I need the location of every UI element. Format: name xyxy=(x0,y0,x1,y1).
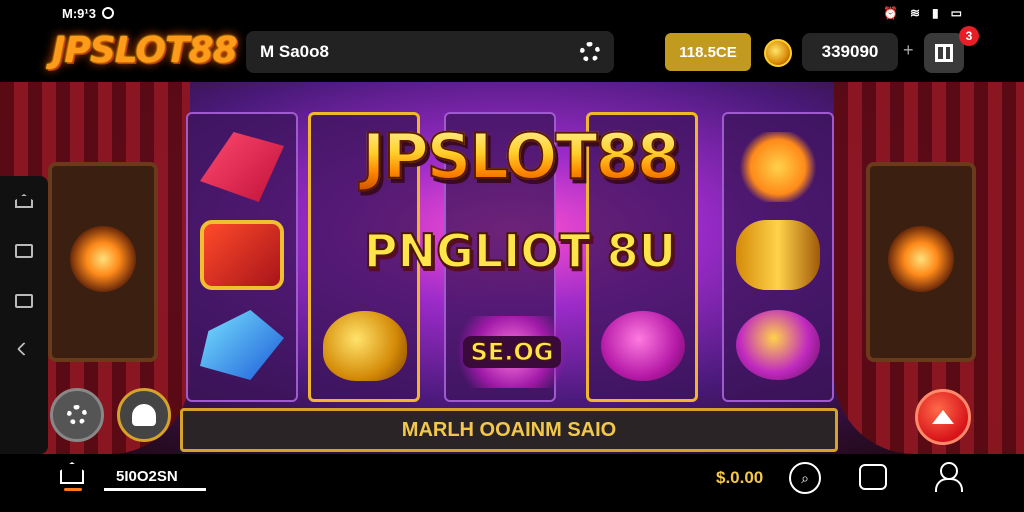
copy-nav-icon[interactable] xyxy=(15,244,33,258)
status-time: M:9¹3 xyxy=(62,5,96,21)
speaker-cone xyxy=(888,226,954,292)
status-left: M:9¹3 xyxy=(62,6,114,21)
wifi-icon: ≋ xyxy=(909,6,921,20)
bottom-underline xyxy=(104,488,206,491)
wild-symbol: SE.OG xyxy=(448,316,576,388)
gold-pot-symbol xyxy=(323,311,407,381)
battery-icon: ▭ xyxy=(950,6,962,20)
status-bar: M:9¹3 ⏰ ≋ ▮ ▭ xyxy=(0,0,1024,26)
game-subtitle: PNGLIOT 8U xyxy=(363,223,677,279)
app-header: JPSLOT88 M Sa0o8 118.5CE 339090 + 3 xyxy=(0,26,1024,82)
coin-pill-button[interactable]: 118.5CE xyxy=(665,33,751,71)
star-sword-symbol xyxy=(736,132,820,202)
mascot-button[interactable] xyxy=(117,388,171,442)
bottom-bar: 5I0O2SN $.0.00 ⌕ xyxy=(0,454,1024,512)
book-icon xyxy=(935,44,953,62)
user-icon[interactable] xyxy=(934,462,963,492)
left-speaker xyxy=(48,162,158,362)
reel-5 xyxy=(722,112,834,402)
search-bar[interactable]: M Sa0o8 xyxy=(246,31,614,73)
add-funds-button[interactable]: + xyxy=(903,40,914,61)
status-right: ⏰ ≋ ▮ ▭ xyxy=(883,6,962,20)
window-nav-icon[interactable] xyxy=(15,294,33,308)
speaker-cone xyxy=(70,226,136,292)
wing-arrow-symbol xyxy=(200,132,284,202)
chat-icon[interactable] xyxy=(859,464,887,490)
right-speaker xyxy=(866,162,976,362)
notification-badge: 3 xyxy=(959,26,979,46)
spin-button[interactable] xyxy=(915,389,971,445)
search-icon[interactable]: ⌕ xyxy=(789,462,821,494)
home-icon[interactable] xyxy=(60,462,84,484)
balance-display[interactable]: 339090 xyxy=(802,33,898,71)
search-input[interactable]: M Sa0o8 xyxy=(260,42,580,62)
game-title: JPSLOT88 xyxy=(320,119,720,194)
gear-icon xyxy=(67,405,87,425)
back-nav-icon[interactable] xyxy=(16,341,32,357)
blue-gem-symbol xyxy=(200,310,284,380)
arrow-up-icon xyxy=(932,410,954,424)
pink-bowl-symbol xyxy=(601,311,685,381)
wild-label: SE.OG xyxy=(462,336,562,368)
bet-amount: $.0.00 xyxy=(716,468,764,487)
message-banner: MARLH OOAINM SAIO xyxy=(180,408,838,452)
gear-icon[interactable] xyxy=(580,42,600,62)
gold-coin-icon xyxy=(764,39,792,67)
home-nav-icon[interactable] xyxy=(15,194,33,208)
signal-icon: ▮ xyxy=(932,6,939,20)
ghost-icon xyxy=(132,404,156,426)
feather-medallion-symbol xyxy=(736,310,820,380)
notification-dot-icon xyxy=(101,7,114,19)
gold-drum-symbol xyxy=(736,220,820,290)
menu-button[interactable] xyxy=(924,33,964,73)
red-chest-symbol xyxy=(200,220,284,290)
settings-button[interactable] xyxy=(50,388,104,442)
home-active-indicator xyxy=(64,488,82,491)
side-nav xyxy=(0,176,48,454)
app-logo[interactable]: JPSLOT88 xyxy=(52,30,238,71)
alarm-icon: ⏰ xyxy=(883,6,898,20)
game-stage: JPSLOT88 PNGLIOT 8U SE.OG MARLH OOAINM S… xyxy=(0,82,1024,454)
bottom-label[interactable]: 5I0O2SN xyxy=(116,468,178,485)
reel-1 xyxy=(186,112,298,402)
